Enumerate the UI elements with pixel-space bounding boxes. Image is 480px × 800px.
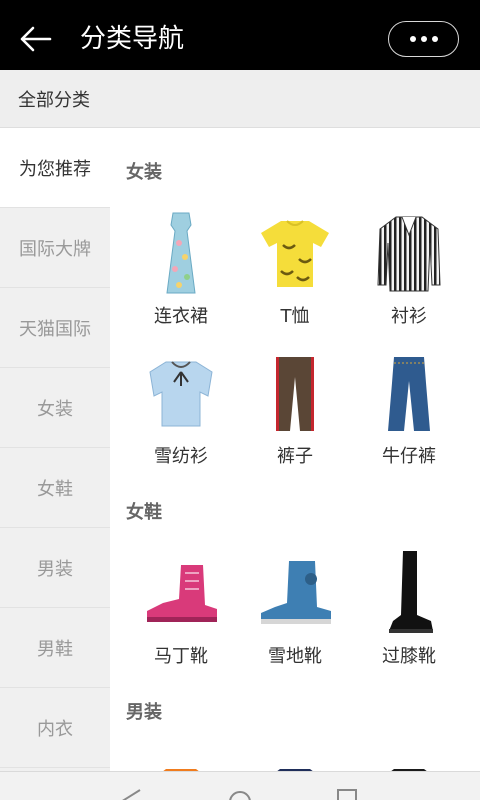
black-jacket-icon — [364, 748, 454, 771]
product-dress[interactable]: 连衣裙 — [124, 208, 238, 328]
section-title-womens-clothing: 女装 — [126, 162, 162, 183]
tshirt-icon — [250, 208, 340, 298]
product-label: T恤 — [280, 306, 310, 327]
orange-jacket-icon — [136, 748, 226, 771]
sidebar-item-tmall-global[interactable]: 天猫国际 — [0, 288, 110, 368]
sidebar-item-mens-shoes[interactable]: 男鞋 — [0, 608, 110, 688]
product-black-jacket[interactable] — [352, 748, 466, 771]
snow-boot-icon — [250, 548, 340, 638]
category-sidebar: 为您推荐 国际大牌 天猫国际 女装 女鞋 男装 男鞋 内衣 — [0, 128, 110, 771]
arrow-left-icon — [20, 26, 52, 52]
sidebar-item-mens-clothing[interactable]: 男装 — [0, 528, 110, 608]
product-chiffon-blouse[interactable]: 雪纺衫 — [124, 348, 238, 468]
jeans-icon — [364, 348, 454, 438]
product-orange-jacket[interactable] — [124, 748, 238, 771]
section-title-womens-shoes: 女鞋 — [126, 502, 162, 523]
product-pants[interactable]: 裤子 — [238, 348, 352, 468]
product-jeans[interactable]: 牛仔裤 — [352, 348, 466, 468]
product-knee-boots[interactable]: 过膝靴 — [352, 548, 466, 668]
product-martin-boots[interactable]: 马丁靴 — [124, 548, 238, 668]
pants-icon — [250, 348, 340, 438]
sidebar-item-womens-clothing[interactable]: 女装 — [0, 368, 110, 448]
product-label: 连衣裙 — [154, 306, 208, 327]
more-dots-icon — [409, 36, 416, 42]
product-label: 衬衫 — [391, 306, 427, 327]
product-label: 雪纺衫 — [154, 446, 208, 467]
product-tshirt[interactable]: T恤 — [238, 208, 352, 328]
more-button[interactable] — [388, 21, 459, 57]
product-navy-jacket[interactable] — [238, 748, 352, 771]
nav-recents-icon[interactable] — [334, 786, 362, 800]
nav-home-icon[interactable] — [226, 786, 254, 800]
martin-boot-icon — [136, 548, 226, 638]
product-label: 裤子 — [277, 446, 313, 467]
more-dot — [420, 36, 427, 42]
page-title: 分类导航 — [80, 24, 185, 54]
product-label: 雪地靴 — [268, 646, 322, 667]
sidebar-item-womens-shoes[interactable]: 女鞋 — [0, 448, 110, 528]
system-navigation-bar — [0, 771, 480, 800]
navy-jacket-icon — [250, 748, 340, 771]
sidebar-item-underwear[interactable]: 内衣 — [0, 688, 110, 768]
category-navigation-screen: 分类导航 全部分类 为您推荐 国际大牌 天猫国际 女装 女鞋 男装 男鞋 内衣 … — [0, 0, 480, 800]
striped-shirt-icon — [364, 208, 454, 298]
product-label: 马丁靴 — [154, 646, 208, 667]
nav-back-icon[interactable] — [118, 786, 146, 800]
product-label: 过膝靴 — [382, 646, 436, 667]
product-snow-boots[interactable]: 雪地靴 — [238, 548, 352, 668]
all-categories-label: 全部分类 — [18, 90, 90, 111]
dress-icon — [136, 208, 226, 298]
product-shirt[interactable]: 衬衫 — [352, 208, 466, 328]
title-bar: 分类导航 — [0, 0, 480, 78]
more-dot — [431, 36, 438, 42]
knee-boot-icon — [364, 548, 454, 638]
product-label: 牛仔裤 — [382, 446, 436, 467]
back-button[interactable] — [18, 22, 54, 56]
chiffon-blouse-icon — [136, 348, 226, 438]
sidebar-item-international-brands[interactable]: 国际大牌 — [0, 208, 110, 288]
sidebar-item-recommended[interactable]: 为您推荐 — [0, 128, 110, 208]
all-categories-bar[interactable]: 全部分类 — [0, 70, 480, 128]
section-title-mens-clothing: 男装 — [126, 702, 162, 723]
category-content: 女装 连衣裙 T恤 衬衫 雪纺衫 裤子 牛仔裤 女鞋 马丁靴 雪地靴 过膝靴 男… — [110, 128, 480, 771]
